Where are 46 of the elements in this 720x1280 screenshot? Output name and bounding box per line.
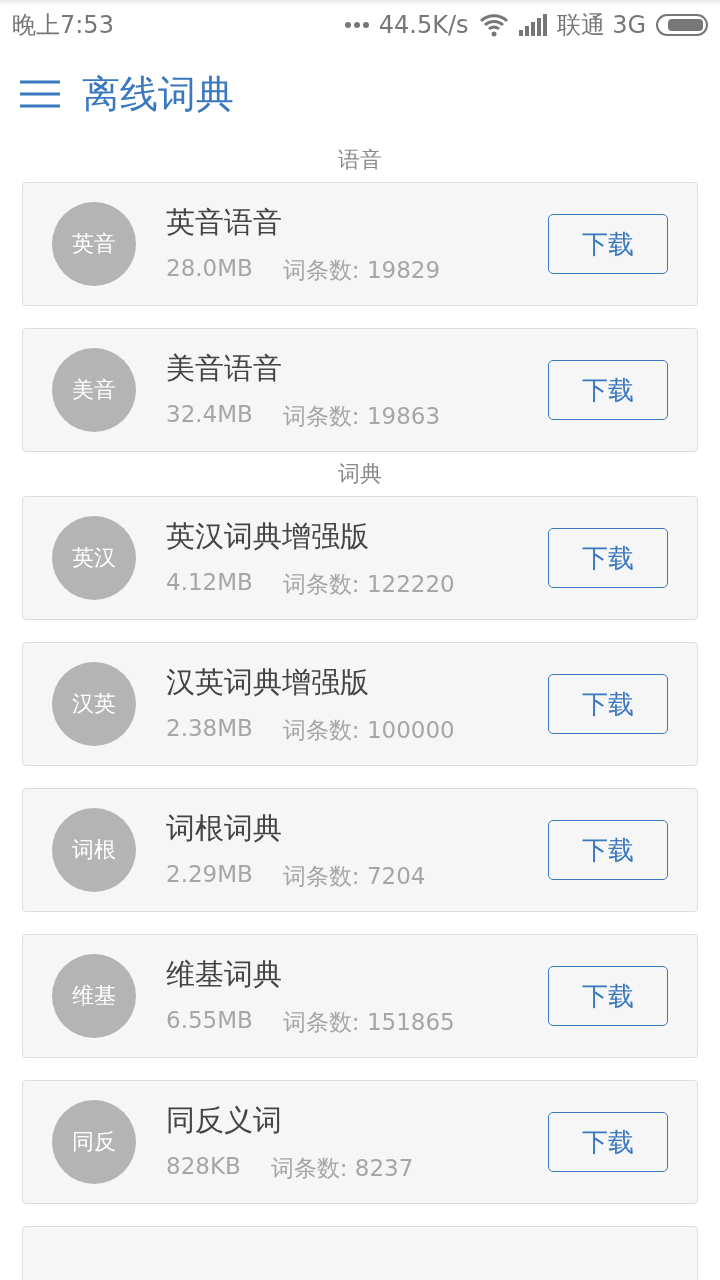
download-button[interactable]: 下载 [548, 1112, 668, 1172]
entry-count: 词条数: 7204 [282, 861, 426, 891]
entry-count: 词条数: 100000 [282, 715, 455, 745]
dictionary-avatar: 英音 [52, 202, 136, 286]
download-button[interactable]: 下载 [548, 528, 668, 588]
section-title: 词典 [338, 460, 382, 488]
download-button[interactable]: 下载 [548, 820, 668, 880]
page-title: 离线词典 [82, 70, 234, 118]
menu-icon[interactable] [20, 80, 60, 108]
entry-count: 词条数: 122220 [282, 569, 455, 599]
status-time: 晚上7:53 [12, 10, 114, 41]
wifi-icon [478, 13, 509, 37]
section-title: 语音 [338, 146, 382, 174]
more-icon [344, 22, 369, 28]
dictionary-avatar: 英汉 [52, 516, 136, 600]
dictionary-avatar: 同反 [52, 1100, 136, 1184]
dictionary-name: 词根词典 [166, 809, 283, 847]
dictionary-avatar: 维基 [52, 954, 136, 1038]
dictionary-name: 汉英词典增强版 [166, 663, 370, 701]
file-size: 6.55MB [166, 1006, 253, 1035]
dictionary-name: 维基词典 [166, 955, 283, 993]
download-button[interactable]: 下载 [548, 966, 668, 1026]
carrier-label: 联通 3G [556, 10, 646, 41]
dictionary-avatar: 美音 [52, 348, 136, 432]
download-button[interactable]: 下载 [548, 214, 668, 274]
dictionary-avatar: 汉英 [52, 662, 136, 746]
file-size: 4.12MB [166, 568, 253, 597]
dictionary-name: 美音语音 [166, 349, 283, 387]
download-button[interactable]: 下载 [548, 360, 668, 420]
file-size: 2.38MB [166, 714, 253, 743]
entry-count: 词条数: 19829 [282, 255, 441, 285]
download-button[interactable]: 下载 [548, 674, 668, 734]
file-size: 828KB [166, 1152, 241, 1181]
signal-icon [518, 14, 547, 36]
entry-count: 词条数: 19863 [282, 401, 441, 431]
network-speed: 44.5K/s [378, 11, 469, 39]
dictionary-name: 同反义词 [166, 1101, 283, 1139]
dictionary-name: 英汉词典增强版 [166, 517, 370, 555]
entry-count: 词条数: 151865 [282, 1007, 455, 1037]
file-size: 32.4MB [166, 400, 253, 429]
dictionary-name: 英音语音 [166, 203, 283, 241]
dictionary-avatar: 词根 [52, 808, 136, 892]
file-size: 28.0MB [166, 254, 253, 283]
file-size: 2.29MB [166, 860, 253, 889]
entry-count: 词条数: 8237 [270, 1153, 414, 1183]
battery-icon [656, 14, 708, 36]
